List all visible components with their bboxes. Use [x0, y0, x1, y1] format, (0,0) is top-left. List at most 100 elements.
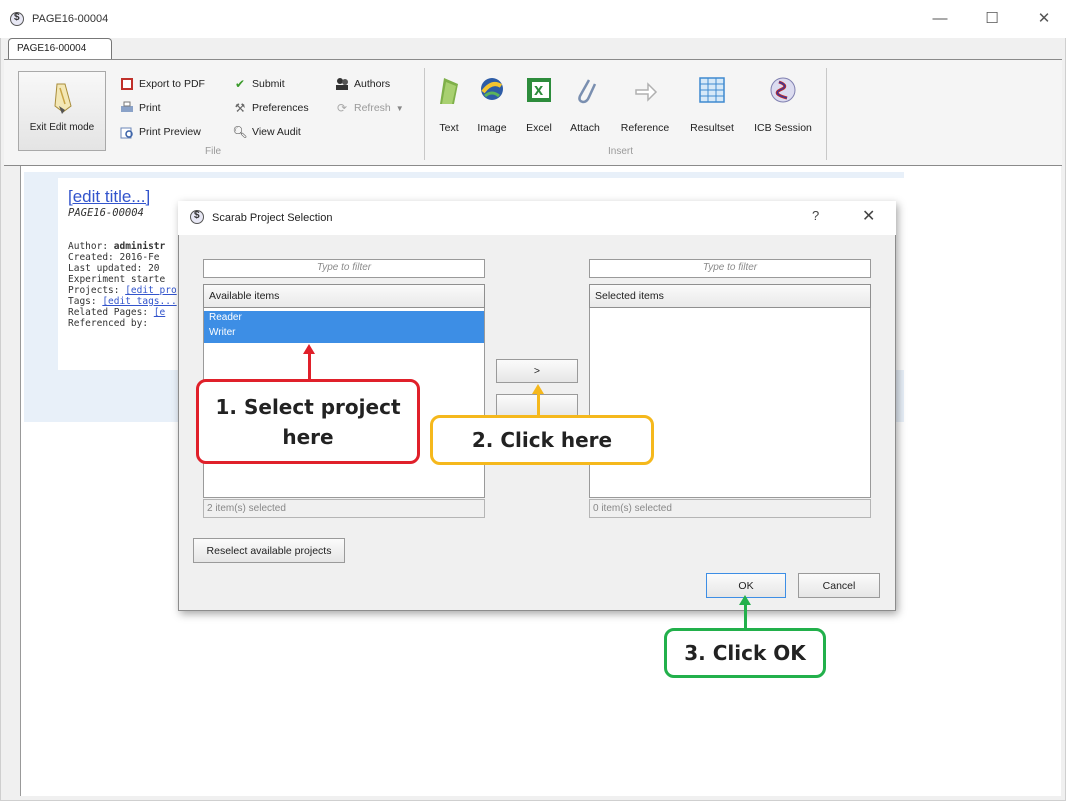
close-window-button[interactable]: ✕ [1024, 8, 1064, 30]
insert-resultset-label: Resultset [690, 122, 734, 134]
available-filter-input[interactable]: Type to filter [203, 259, 485, 278]
app-logo-icon [10, 12, 24, 26]
step2-arrow-shaft [537, 393, 540, 415]
list-item-writer[interactable]: Writer [204, 326, 484, 343]
insert-attach-label: Attach [570, 122, 600, 134]
meta-tags: Tags: [edit tags... [68, 296, 177, 307]
export-pdf-button[interactable]: Export to PDF [120, 75, 205, 93]
image-icon [481, 78, 503, 100]
print-preview-label: Print Preview [139, 126, 201, 138]
minimize-button[interactable]: — [920, 8, 960, 30]
page-id: PAGE16-00004 [68, 207, 144, 219]
insert-text-button[interactable]: Text [431, 74, 467, 138]
edit-projects-link[interactable]: [edit pro [125, 285, 176, 296]
step1-arrow-shaft [308, 353, 311, 381]
preferences-label: Preferences [252, 102, 309, 114]
insert-attach-button[interactable]: Attach [563, 74, 607, 138]
meta-updated: Last updated: 20 [68, 263, 160, 274]
exit-edit-mode-label: Exit Edit mode [29, 122, 95, 133]
exit-edit-mode-button[interactable]: Exit Edit mode [18, 71, 106, 151]
refresh-label: Refresh [354, 102, 391, 114]
text-icon [440, 78, 458, 104]
selected-status: 0 item(s) selected [589, 499, 871, 518]
print-button[interactable]: Print [120, 99, 161, 117]
meta-projects: Projects: [edit pro [68, 285, 177, 296]
step3-arrow-shaft [744, 604, 747, 629]
authors-button[interactable]: Authors [335, 75, 390, 93]
printer-icon [120, 101, 134, 115]
view-audit-button[interactable]: 🔍︎ View Audit [232, 123, 301, 141]
pdf-icon [120, 77, 134, 91]
meta-experiment: Experiment starte [68, 274, 166, 285]
insert-image-button[interactable]: Image [470, 74, 514, 138]
file-group-label: File [205, 146, 222, 157]
insert-excel-button[interactable]: X Excel [518, 74, 560, 138]
meta-referenced: Referenced by: [68, 318, 149, 329]
authors-label: Authors [354, 78, 391, 90]
refresh-icon: ⟳ [336, 101, 348, 115]
dialog-title: Scarab Project Selection [212, 212, 333, 224]
print-preview-icon [120, 125, 134, 139]
cancel-button[interactable]: Cancel [798, 573, 880, 598]
users-icon [335, 77, 349, 91]
edit-tags-link[interactable]: [edit tags... [102, 296, 176, 307]
submit-label: Submit [252, 78, 285, 90]
maximize-button[interactable]: ☐ [972, 8, 1012, 30]
selected-items-list[interactable] [589, 284, 871, 498]
dialog-logo-icon [190, 210, 204, 224]
insert-excel-label: Excel [526, 122, 552, 134]
selected-filter-input[interactable]: Type to filter [589, 259, 871, 278]
insert-text-label: Text [439, 122, 459, 134]
preferences-button[interactable]: ⚒ Preferences [233, 99, 309, 117]
checkmark-icon: ✔ [234, 77, 246, 91]
submit-button[interactable]: ✔ Submit [233, 75, 285, 93]
meta-related-label: Related Pages: [68, 307, 154, 318]
print-label: Print [139, 102, 161, 114]
step3-callout: 3. Click OK [664, 628, 826, 678]
meta-author: Author: administr [68, 241, 165, 252]
export-pdf-label: Export to PDF [139, 78, 205, 90]
insert-group-label: Insert [608, 146, 634, 157]
help-button[interactable]: ? [812, 208, 819, 223]
chevron-down-icon: ▼ [395, 103, 404, 113]
selected-items-header: Selected items [589, 284, 871, 308]
meta-author-label: Author: [68, 241, 114, 252]
meta-author-value: administr [113, 241, 166, 252]
refresh-button[interactable]: ⟳ Refresh ▼ [335, 99, 404, 117]
step1-callout: 1. Select project here [196, 379, 420, 464]
meta-related: Related Pages: [e [68, 307, 165, 318]
edit-related-link[interactable]: [e [154, 307, 165, 318]
ribbon-separator [424, 68, 425, 160]
magnifier-icon: 🔍︎ [232, 125, 248, 139]
wrench-icon: ⚒ [234, 101, 246, 115]
title-bar [0, 0, 1066, 38]
insert-icb-session-label: ICB Session [754, 122, 812, 134]
list-item-reader[interactable]: Reader [204, 311, 484, 326]
excel-icon: X [527, 78, 551, 102]
meta-projects-label: Projects: [68, 285, 126, 296]
insert-reference-button[interactable]: Reference [612, 74, 678, 138]
insert-resultset-button[interactable]: Resultset [682, 74, 742, 138]
window-title: PAGE16-00004 [32, 13, 109, 25]
edit-title-link[interactable]: [edit title...] [68, 187, 150, 207]
move-right-button[interactable]: > [496, 359, 578, 383]
pencil-icon [54, 83, 72, 114]
icb-session-icon [770, 77, 796, 103]
table-icon [699, 77, 725, 103]
print-preview-button[interactable]: Print Preview [120, 123, 201, 141]
step2-callout: 2. Click here [430, 415, 654, 465]
view-audit-label: View Audit [252, 126, 301, 138]
insert-icb-session-button[interactable]: ICB Session [748, 74, 818, 138]
available-status: 2 item(s) selected [203, 499, 485, 518]
meta-created: Created: 2016-Fe [68, 252, 160, 263]
dialog-close-button[interactable]: ✕ [862, 206, 875, 226]
svg-text:X: X [534, 84, 544, 98]
available-items-header: Available items [203, 284, 485, 308]
step1-line2: here [282, 424, 334, 449]
reference-icon [635, 82, 658, 102]
step1-line1: 1. Select project [215, 394, 401, 419]
reselect-projects-button[interactable]: Reselect available projects [193, 538, 345, 563]
meta-tags-label: Tags: [68, 296, 103, 307]
document-tab[interactable]: PAGE16-00004 [8, 38, 112, 59]
insert-image-label: Image [477, 122, 507, 134]
